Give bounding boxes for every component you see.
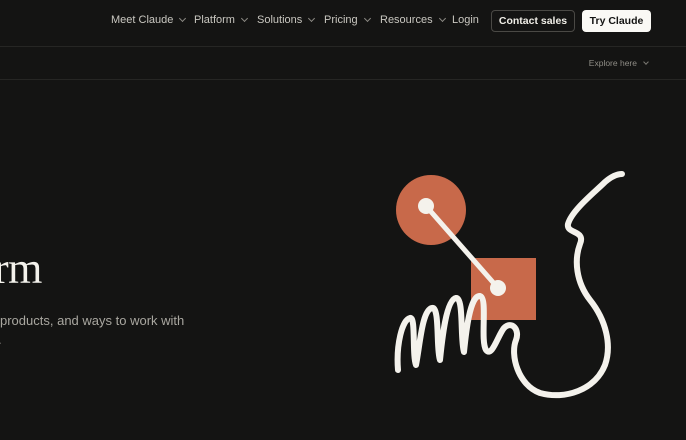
nav-item-solutions[interactable]: Solutions [257,14,316,26]
hero-subtitle: products, and ways to work with [0,313,185,328]
nav-item-label: Platform [194,14,235,26]
try-claude-button[interactable]: Try Claude [582,10,651,32]
sub-navigation-bar: Explore here [0,47,686,80]
hero-subtitle-line2: . [0,330,2,349]
nav-item-pricing[interactable]: Pricing [324,14,371,26]
nav-item-meet-claude[interactable]: Meet Claude [111,14,187,26]
nav-item-login[interactable]: Login [452,14,479,26]
nav-item-label: Solutions [257,14,303,26]
page: Meet Claude Platform Solutions Pricing R… [0,0,686,440]
chevron-down-icon [240,14,249,23]
chevron-down-icon [438,14,446,23]
nav-item-label: Login [452,14,479,26]
contact-sales-button[interactable]: Contact sales [491,10,575,32]
nav-item-platform[interactable]: Platform [194,14,249,26]
chevron-down-icon [179,14,187,23]
illustration-node-end [490,280,506,296]
illustration-node-start [418,198,434,214]
explore-label: Explore here [588,58,637,68]
nav-item-resources[interactable]: Resources [380,14,446,26]
chevron-down-icon [363,14,371,23]
top-navigation: Meet Claude Platform Solutions Pricing R… [0,0,686,47]
chevron-down-icon [643,58,649,65]
nav-item-label: Pricing [324,14,358,26]
hero-title: rm [0,244,42,293]
hero-illustration [394,171,625,399]
explore-here-dropdown[interactable]: Explore here [588,58,649,68]
chevron-down-icon [308,14,316,23]
nav-item-label: Resources [380,14,433,26]
nav-item-label: Meet Claude [111,14,174,26]
